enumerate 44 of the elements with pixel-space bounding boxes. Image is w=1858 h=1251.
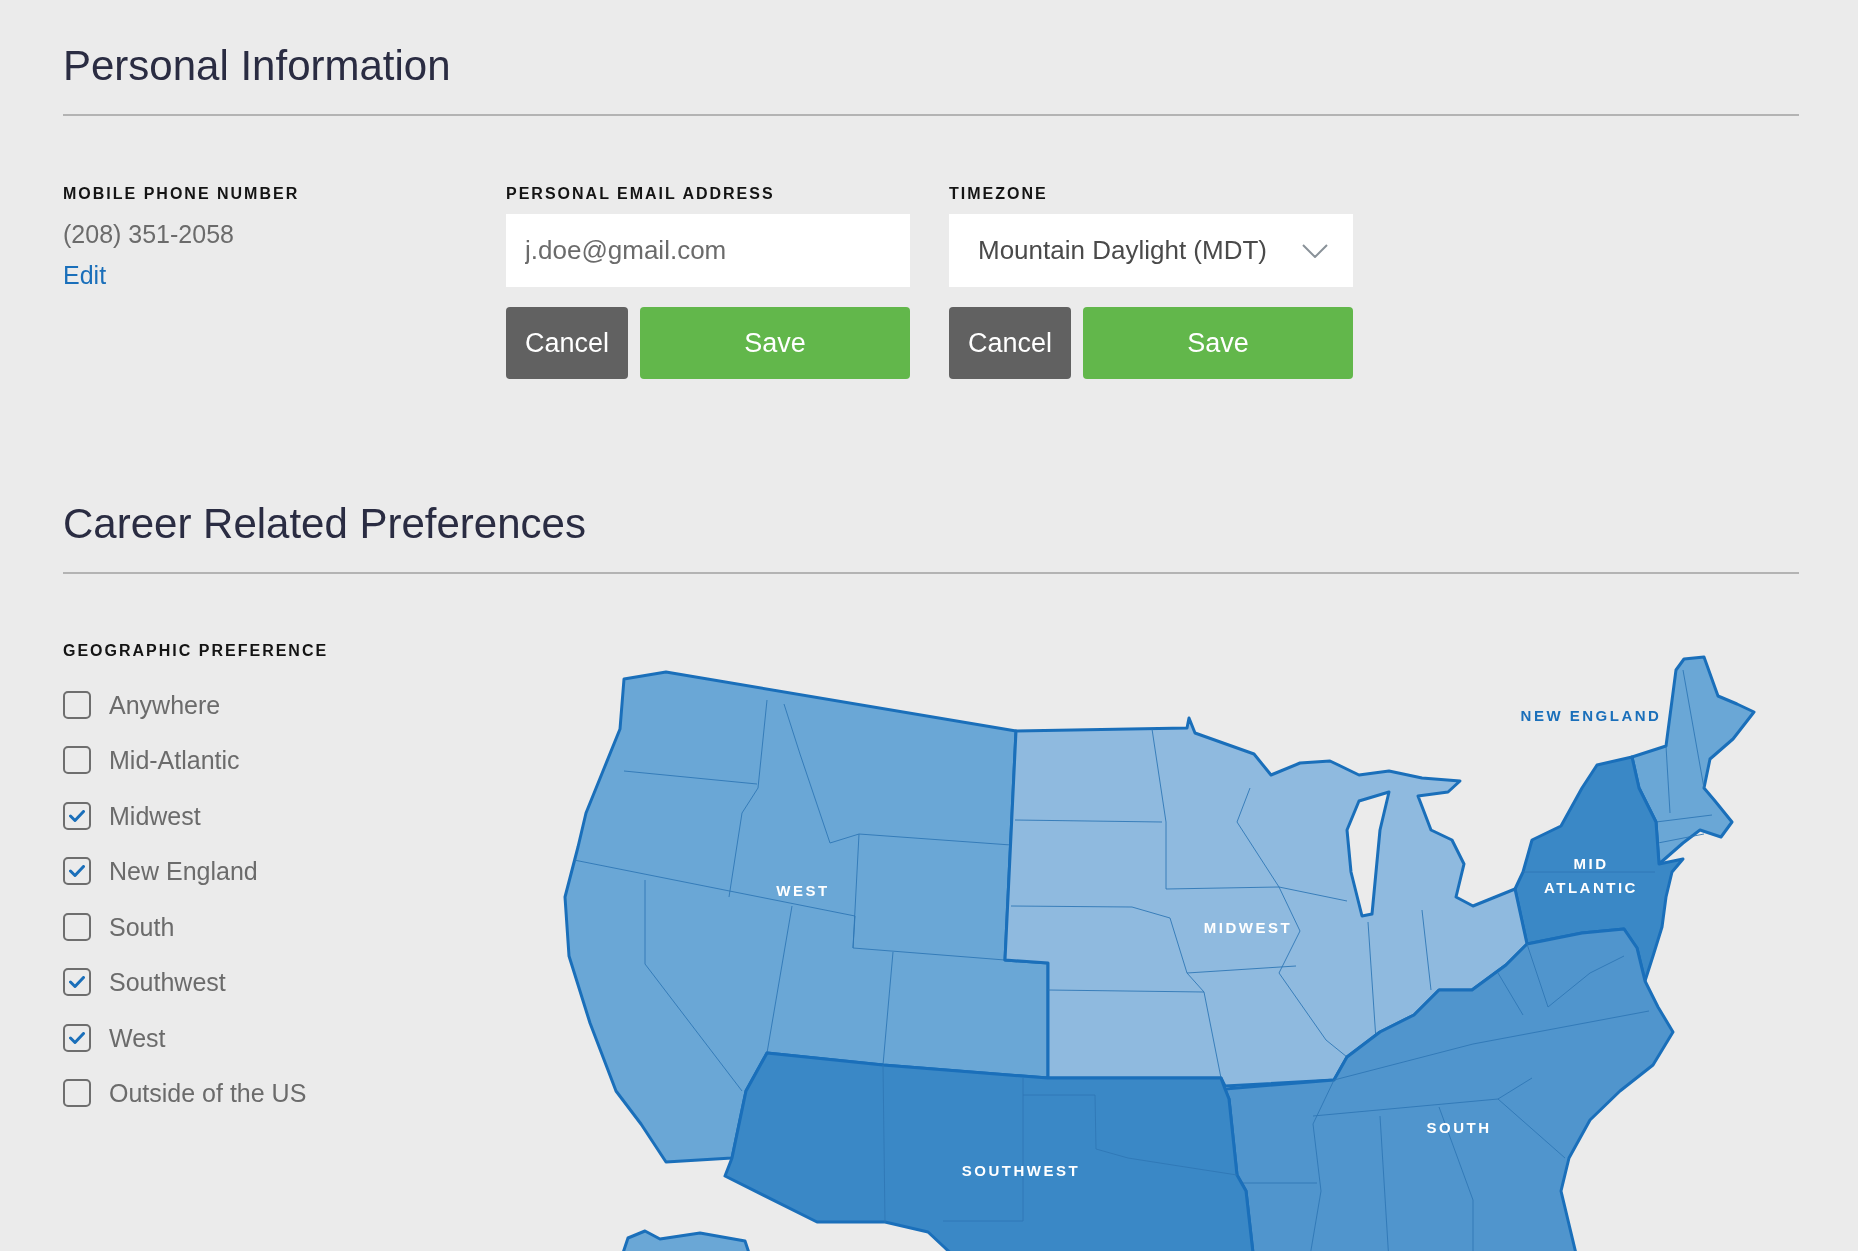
checkbox-label[interactable]: Outside of the US (109, 1077, 307, 1110)
check-icon (69, 1031, 85, 1044)
section-title: Personal Information (63, 41, 451, 91)
cancel-button[interactable]: Cancel (949, 307, 1071, 379)
checkbox[interactable] (63, 857, 91, 886)
email-field[interactable]: j.doe@gmail.com (506, 214, 910, 287)
checkbox-label[interactable]: Mid-Atlantic (109, 744, 240, 777)
check-icon (69, 865, 85, 878)
checkbox-label[interactable]: New England (109, 855, 258, 888)
checkbox-label[interactable]: Southwest (109, 966, 226, 999)
checkbox[interactable] (63, 912, 91, 941)
checkbox[interactable] (63, 1023, 91, 1052)
region-label: MIDWEST (1203, 918, 1293, 938)
check-icon (69, 976, 85, 989)
field-label: GEOGRAPHIC PREFERENCE (63, 641, 329, 660)
section-title: Career Related Preferences (63, 499, 586, 549)
map-region[interactable] (723, 1051, 1256, 1251)
save-button[interactable]: Save (640, 307, 910, 379)
region-label: SOUTHWEST (961, 1161, 1081, 1181)
region-label: NEW ENGLAND (1520, 706, 1662, 726)
checkbox[interactable] (63, 746, 91, 775)
phone-number: (208) 351-2058 (63, 219, 234, 249)
edit-link[interactable]: Edit (63, 261, 107, 289)
map-region[interactable] (1513, 755, 1685, 983)
checkbox-label[interactable]: West (109, 1021, 166, 1054)
region-label: WEST (776, 881, 830, 901)
chevron-down-icon (1302, 243, 1328, 258)
timezone-select[interactable]: Mountain Daylight (MDT) (949, 214, 1353, 287)
cancel-button[interactable]: Cancel (506, 307, 628, 379)
checkbox-label[interactable]: South (109, 910, 175, 943)
save-button[interactable]: Save (1083, 307, 1353, 379)
checkbox[interactable] (63, 1079, 91, 1108)
region-label: SOUTH (1426, 1118, 1492, 1138)
field-label: PERSONAL EMAIL ADDRESS (506, 184, 775, 203)
region-label: MID ATLANTIC (1544, 854, 1638, 898)
map-region[interactable] (563, 670, 1050, 1164)
checkbox-label[interactable]: Anywhere (109, 688, 221, 721)
checkbox-label[interactable]: Midwest (109, 799, 201, 832)
check-icon (69, 809, 85, 822)
checkbox[interactable] (63, 690, 91, 719)
checkbox[interactable] (63, 801, 91, 830)
checkbox[interactable] (63, 968, 91, 997)
field-label: TIMEZONE (949, 184, 1048, 203)
field-label: MOBILE PHONE NUMBER (63, 184, 300, 203)
